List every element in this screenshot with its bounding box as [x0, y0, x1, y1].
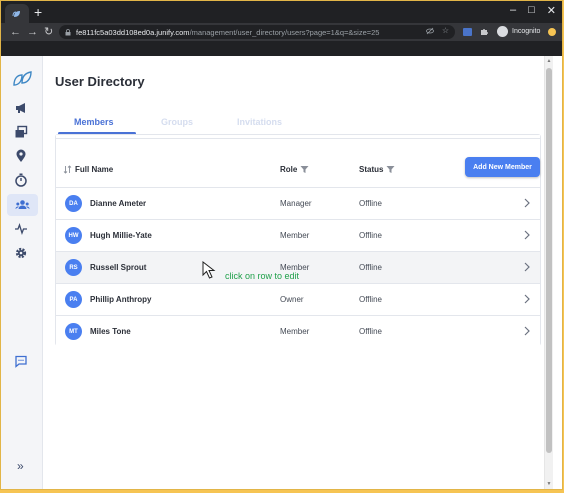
avatar: DA — [65, 195, 82, 212]
member-name: Phillip Anthropy — [90, 295, 152, 304]
table-header: Full Name Role Status Add New Member — [56, 135, 540, 187]
url-host: fe811fc5a03dd108ed0a.junify.com — [76, 27, 190, 37]
tab-invitations[interactable]: Invitations — [237, 117, 282, 127]
browser-window: + – □ ✕ ← → ↻ fe811fc5a03dd108ed0a.junif… — [1, 1, 562, 489]
forward-arrow-icon[interactable]: → — [27, 26, 38, 38]
chat-icon[interactable] — [14, 354, 28, 368]
browser-toolbar: ← → ↻ fe811fc5a03dd108ed0a.junify.com /m… — [1, 23, 562, 41]
member-name: Russell Sprout — [90, 263, 147, 272]
mouse-cursor-icon — [202, 261, 216, 279]
users-icon[interactable] — [15, 198, 30, 212]
page-top-band — [1, 41, 562, 56]
member-role: Member — [280, 231, 310, 240]
member-status: Offline — [359, 263, 382, 272]
column-header-label: Full Name — [75, 165, 114, 174]
column-header-full-name[interactable]: Full Name — [63, 165, 113, 174]
megaphone-icon[interactable] — [14, 101, 28, 115]
table-top-rule — [56, 135, 540, 139]
stopwatch-icon[interactable] — [14, 173, 28, 187]
browser-menu-icon[interactable] — [548, 27, 557, 36]
column-header-label: Role — [280, 165, 298, 174]
chevron-right-icon[interactable] — [524, 294, 530, 304]
column-header-label: Status — [359, 165, 384, 174]
chevron-right-icon[interactable] — [524, 230, 530, 240]
activity-icon[interactable] — [14, 222, 28, 236]
member-name: Dianne Ameter — [90, 199, 147, 208]
chevron-right-icon[interactable] — [524, 198, 530, 208]
tab-members[interactable]: Members — [74, 117, 114, 127]
member-status: Offline — [359, 231, 382, 240]
members-table: Full Name Role Status Add New Member DA … — [55, 134, 541, 347]
address-bar-actions: ☆ — [425, 27, 449, 35]
window-controls: – □ ✕ — [510, 4, 556, 17]
page-title: User Directory — [55, 74, 145, 89]
eye-off-icon[interactable] — [425, 27, 434, 35]
incognito-label: Incognito — [512, 28, 541, 35]
location-pin-icon[interactable] — [14, 149, 28, 163]
lock-icon — [65, 28, 71, 35]
filter-icon[interactable] — [300, 165, 309, 174]
member-role: Member — [280, 327, 310, 336]
column-header-status[interactable]: Status — [359, 165, 395, 174]
member-name: Hugh Millie-Yate — [90, 231, 152, 240]
member-status: Offline — [359, 199, 382, 208]
logo-icon[interactable] — [11, 70, 33, 88]
sidebar: » — [1, 56, 43, 489]
sort-icon[interactable] — [63, 165, 72, 174]
browser-tabstrip: + – □ ✕ — [1, 1, 562, 23]
scroll-down-icon[interactable]: ▼ — [546, 481, 552, 487]
puzzle-icon[interactable] — [480, 27, 489, 36]
incognito-avatar-icon[interactable] — [497, 26, 508, 37]
avatar: PA — [65, 291, 82, 308]
site-favicon-icon — [12, 10, 20, 17]
maximize-icon[interactable]: □ — [528, 4, 535, 17]
avatar: HW — [65, 227, 82, 244]
close-icon[interactable]: ✕ — [547, 4, 556, 17]
minimize-icon[interactable]: – — [510, 4, 516, 17]
filter-icon[interactable] — [386, 165, 395, 174]
chevron-double-right-icon[interactable]: » — [17, 459, 24, 473]
app: » User Directory Members Groups Invitati… — [1, 56, 562, 489]
column-header-role[interactable]: Role — [280, 165, 309, 174]
windows-icon[interactable] — [14, 125, 28, 139]
chevron-right-icon[interactable] — [524, 326, 530, 336]
back-arrow-icon[interactable]: ← — [10, 26, 21, 38]
extension-icon[interactable] — [463, 27, 472, 36]
table-row[interactable]: PA Phillip Anthropy Owner Offline — [56, 283, 540, 315]
bookmark-star-icon[interactable]: ☆ — [442, 27, 449, 35]
member-status: Offline — [359, 327, 382, 336]
browser-tab[interactable] — [5, 4, 29, 23]
edit-hint-annotation: click on row to edit — [225, 271, 300, 281]
toolbar-icons: Incognito — [463, 26, 557, 37]
scrollbar-thumb[interactable] — [546, 68, 552, 453]
member-status: Offline — [359, 295, 382, 304]
url-path: /management/user_directory/users?page=1&… — [189, 27, 380, 37]
avatar: MT — [65, 323, 82, 340]
avatar: RS — [65, 259, 82, 276]
table-row[interactable]: MT Miles Tone Member Offline — [56, 315, 540, 347]
member-role: Manager — [280, 199, 312, 208]
member-name: Miles Tone — [90, 327, 131, 336]
chevron-right-icon[interactable] — [524, 262, 530, 272]
tab-groups[interactable]: Groups — [161, 117, 193, 127]
new-tab-button[interactable]: + — [34, 4, 42, 20]
gear-icon[interactable] — [14, 246, 28, 260]
table-row[interactable]: DA Dianne Ameter Manager Offline — [56, 187, 540, 219]
tab-bar: Members Groups Invitations — [55, 114, 541, 136]
scrollbar[interactable]: ▲ ▼ — [544, 56, 553, 489]
scroll-up-icon[interactable]: ▲ — [546, 58, 552, 64]
member-role: Owner — [280, 295, 304, 304]
address-bar[interactable]: fe811fc5a03dd108ed0a.junify.com /managem… — [59, 25, 455, 39]
main-content: User Directory Members Groups Invitation… — [43, 56, 553, 489]
table-row[interactable]: HW Hugh Millie-Yate Member Offline — [56, 219, 540, 251]
reload-icon[interactable]: ↻ — [44, 26, 53, 38]
add-new-member-button[interactable]: Add New Member — [465, 157, 540, 177]
